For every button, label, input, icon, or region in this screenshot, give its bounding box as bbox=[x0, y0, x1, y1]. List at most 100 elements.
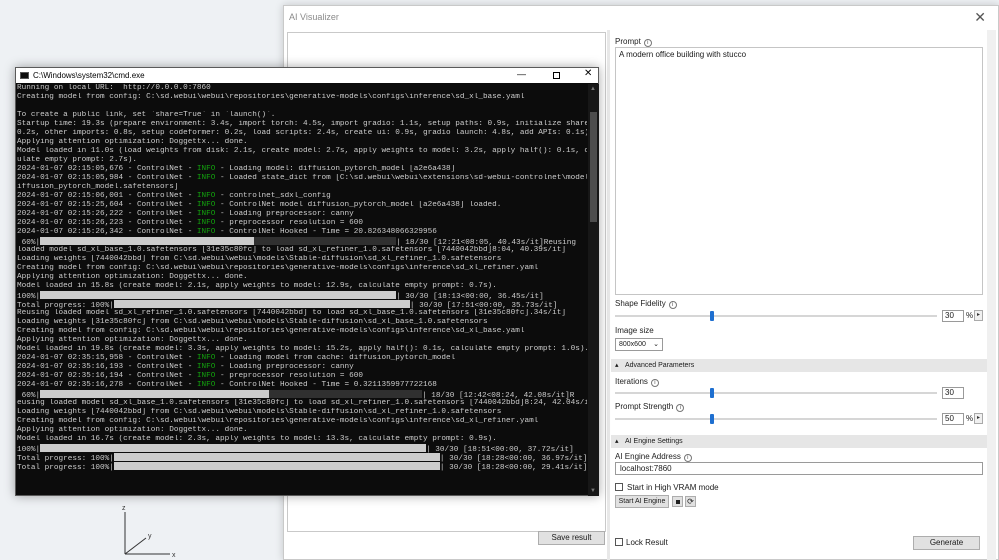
console-line: 100%| | 30/30 [18:13<00:00, 36.45s/it] bbox=[17, 291, 587, 300]
prompt-strength-input[interactable]: 50 bbox=[942, 413, 964, 425]
console-line: Loading weights [7440042bbd] from C:\sd.… bbox=[17, 255, 587, 264]
close-icon[interactable]: ✕ bbox=[974, 10, 986, 24]
progress-label: 60%| bbox=[17, 239, 41, 246]
console-scrollbar[interactable]: ▲ ▼ bbox=[588, 84, 599, 496]
info-icon[interactable]: i bbox=[643, 39, 652, 47]
scroll-thumb[interactable] bbox=[590, 112, 597, 222]
console-text: Applying attention optimization: Doggett… bbox=[17, 426, 248, 434]
progress-label: Total progress: 100%| bbox=[17, 464, 114, 471]
ai-engine-settings-header[interactable]: ▴ AI Engine Settings bbox=[611, 435, 987, 448]
engine-address-input[interactable]: localhost:7860 bbox=[615, 462, 983, 475]
console-text: iffusion_pytorch_model.safetensors] bbox=[17, 183, 179, 191]
info-icon[interactable]: i bbox=[683, 454, 692, 462]
shape-fidelity-input[interactable]: 30 bbox=[942, 310, 964, 322]
progress-bar bbox=[113, 462, 440, 470]
lock-result-label: Lock Result bbox=[626, 538, 668, 547]
console-line: Applying attention optimization: Doggett… bbox=[17, 138, 587, 147]
title-bar: C:\Windows\system32\cmd.exe — ✕ bbox=[16, 68, 598, 83]
console-text: To create a public link, set `share=True… bbox=[17, 111, 276, 119]
window-title: AI Visualizer bbox=[289, 12, 339, 22]
console-icon bbox=[20, 72, 29, 79]
console-line: 2024-01-07 02:15:26,223 - ControlNet - I… bbox=[17, 219, 587, 228]
prompt-input[interactable]: A modern office building with stucco bbox=[615, 47, 983, 295]
progress-fill bbox=[113, 453, 440, 461]
log-message: - preprocessor resolution = 600 bbox=[215, 372, 363, 380]
scroll-up-icon[interactable]: ▲ bbox=[590, 86, 596, 92]
progress-fill bbox=[40, 390, 270, 398]
prompt-strength-label-text: Prompt Strength bbox=[615, 402, 674, 411]
console-line: 2024-01-07 02:15:25,604 - ControlNet - I… bbox=[17, 201, 587, 210]
slider-track bbox=[615, 418, 937, 420]
console-line: Model loaded in 15.8s (create model: 2.1… bbox=[17, 282, 587, 291]
panel-scrollbar[interactable] bbox=[987, 30, 996, 560]
console-line: eusing loaded model sd_xl_base_1.0.safet… bbox=[17, 399, 587, 408]
log-message: - Loading preprocessor: canny bbox=[215, 210, 354, 218]
maximize-icon[interactable] bbox=[553, 72, 560, 79]
axis-y-label: y bbox=[148, 533, 152, 540]
slider-thumb[interactable] bbox=[710, 388, 715, 398]
collapse-icon: ▴ bbox=[615, 362, 619, 369]
slider-thumb[interactable] bbox=[710, 414, 715, 424]
console-line: Creating model from config: C:\sd.webui\… bbox=[17, 327, 587, 336]
console-text: ulate empty prompt: 2.7s). bbox=[17, 156, 137, 164]
info-icon[interactable]: i bbox=[676, 404, 685, 412]
log-level: INFO bbox=[196, 174, 216, 182]
percent-unit: % bbox=[966, 311, 974, 320]
console-line: Running on local URL: http://0.0.0.0:786… bbox=[17, 84, 587, 93]
console-text: Applying attention optimization: Doggett… bbox=[17, 273, 248, 281]
console-output[interactable]: Running on local URL: http://0.0.0.0:786… bbox=[17, 84, 587, 496]
high-vram-checkbox[interactable] bbox=[615, 483, 623, 491]
percent-unit: % bbox=[966, 414, 974, 423]
progress-bar bbox=[40, 237, 397, 245]
splitter[interactable] bbox=[607, 30, 610, 560]
start-ai-engine-button[interactable]: Start AI Engine bbox=[615, 495, 669, 508]
scroll-down-icon[interactable]: ▼ bbox=[590, 488, 596, 494]
log-prefix: 2024-01-07 02:35:16,193 - ControlNet - bbox=[17, 363, 197, 371]
slider-thumb[interactable] bbox=[710, 311, 715, 321]
console-line: 0.2s, other imports: 0.8s, setup codefor… bbox=[17, 129, 587, 138]
iterations-slider[interactable] bbox=[615, 388, 937, 398]
console-line: Creating model from config: C:\sd.webui\… bbox=[17, 417, 587, 426]
generate-button[interactable]: Generate bbox=[913, 536, 980, 550]
console-line: 2024-01-07 02:35:16,278 - ControlNet - I… bbox=[17, 381, 587, 390]
iterations-input[interactable]: 30 bbox=[942, 387, 964, 399]
lock-result-checkbox[interactable] bbox=[615, 538, 623, 546]
info-icon[interactable]: i bbox=[650, 379, 659, 387]
prompt-label: Prompt i bbox=[615, 37, 652, 47]
close-icon[interactable]: ✕ bbox=[584, 68, 592, 79]
console-line: To create a public link, set `share=True… bbox=[17, 111, 587, 120]
iterations-label: Iterations i bbox=[615, 377, 659, 387]
console-text: Startup time: 19.3s (prepare environment… bbox=[17, 120, 587, 128]
console-line: Model loaded in 16.7s (create model: 2.3… bbox=[17, 435, 587, 444]
high-vram-label: Start in High VRAM mode bbox=[627, 483, 719, 492]
prompt-strength-slider[interactable] bbox=[615, 414, 937, 424]
save-result-button[interactable]: Save result bbox=[538, 531, 605, 545]
refresh-icon[interactable]: ⟳ bbox=[685, 496, 696, 507]
progress-stats: | 30/30 [18:28<00:00, 36.97s/it] bbox=[439, 455, 587, 462]
window-title: C:\Windows\system32\cmd.exe bbox=[33, 71, 145, 80]
log-level: INFO bbox=[196, 228, 216, 236]
log-prefix: 2024-01-07 02:15:26,342 - ControlNet - bbox=[17, 228, 197, 236]
progress-label: Total progress: 100%| bbox=[17, 302, 114, 309]
console-line: 2024-01-07 02:35:16,193 - ControlNet - I… bbox=[17, 363, 587, 372]
minimize-icon[interactable]: — bbox=[517, 69, 526, 79]
advanced-parameters-title: Advanced Parameters bbox=[625, 362, 695, 369]
log-prefix: 2024-01-07 02:15:05,676 - ControlNet - bbox=[17, 165, 197, 173]
log-level: INFO bbox=[196, 219, 216, 227]
axis-x-label: x bbox=[172, 552, 176, 559]
shape-fidelity-label: Shape Fidelity i bbox=[615, 299, 677, 309]
progress-stats: | 30/30 [17:51<00:00, 35.73s/it] bbox=[409, 302, 558, 309]
advanced-parameters-header[interactable]: ▴ Advanced Parameters bbox=[611, 359, 987, 372]
log-level: INFO bbox=[196, 210, 216, 218]
image-size-value: 800x600 bbox=[619, 341, 646, 348]
info-icon[interactable]: i bbox=[668, 301, 677, 309]
shape-fidelity-slider[interactable] bbox=[615, 311, 937, 321]
stepper-arrow-icon[interactable]: ▸ bbox=[974, 413, 983, 424]
console-line: 2024-01-07 02:15:26,342 - ControlNet - I… bbox=[17, 228, 587, 237]
stepper-arrow-icon[interactable]: ▸ bbox=[974, 310, 983, 321]
stop-icon[interactable] bbox=[672, 496, 683, 507]
progress-stats: | 18/30 [12:42<08:24, 42.08s/it]R bbox=[422, 392, 575, 399]
image-size-select[interactable]: 800x600 ⌄ bbox=[615, 338, 663, 351]
console-line: loaded model sd_xl_base_1.0.safetensors … bbox=[17, 246, 587, 255]
axis-z-label: z bbox=[122, 505, 126, 512]
